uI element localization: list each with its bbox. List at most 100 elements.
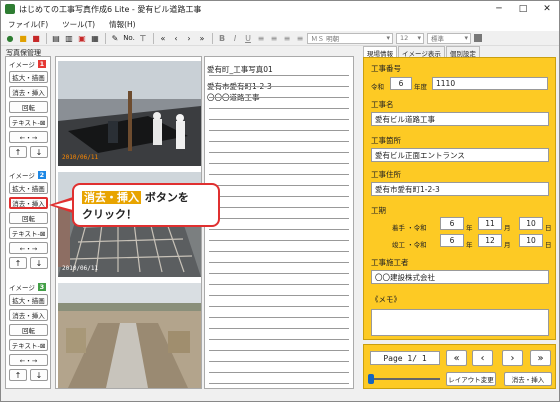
- project-address-field[interactable]: 愛有市愛有町1-2-3: [371, 182, 549, 196]
- end-month-unit: 月: [504, 241, 511, 249]
- up-arrow-icon[interactable]: ↑: [9, 369, 27, 381]
- print-icon[interactable]: ▥: [63, 33, 75, 44]
- callout-tail-inner: [54, 200, 73, 210]
- ruled-line: [209, 152, 349, 153]
- caption-title[interactable]: 愛有町_工事写真01: [207, 64, 353, 75]
- style-select[interactable]: 標準: [427, 32, 471, 44]
- photo-1[interactable]: 2010/06/11: [58, 61, 201, 166]
- last-page-icon[interactable]: »: [196, 33, 208, 44]
- align-left-icon[interactable]: ≡: [255, 33, 267, 44]
- project-location-field[interactable]: 愛有ビル正面エントランス: [371, 148, 549, 162]
- zoom-draw-button[interactable]: 拡大・描画: [9, 294, 48, 306]
- contractor-field[interactable]: 〇〇建設株式会社: [371, 270, 549, 284]
- menu-tool[interactable]: ツール(T): [55, 19, 102, 30]
- save-icon[interactable]: ■: [30, 33, 42, 44]
- prev-page-icon[interactable]: ‹: [170, 33, 182, 44]
- layout-change-button[interactable]: レイアウト変更: [446, 372, 496, 386]
- image-group-3: イメージ 3 拡大・描画 消去・挿入 回転 テキスト-⊠ ←・→ ↑ ↓: [9, 282, 49, 381]
- justify-icon[interactable]: ≡: [294, 33, 306, 44]
- menu-info[interactable]: 情報(H): [102, 19, 143, 30]
- ruled-line: [209, 141, 349, 142]
- zoom-draw-button[interactable]: 拡大・描画: [9, 182, 48, 194]
- maximize-icon[interactable]: □: [511, 1, 535, 17]
- end-year-field[interactable]: 6: [440, 234, 464, 247]
- minimize-icon[interactable]: ─: [487, 1, 511, 17]
- open-icon[interactable]: ■: [17, 33, 29, 44]
- move-button[interactable]: ←・→: [9, 354, 48, 366]
- color-icon[interactable]: [474, 34, 482, 42]
- app-icon: [5, 4, 15, 14]
- project-number-label: 工事番号: [371, 64, 401, 73]
- rotate-button[interactable]: 回転: [9, 101, 48, 113]
- first-page-button[interactable]: «: [446, 350, 467, 366]
- image-label: イメージ: [9, 60, 35, 69]
- align-center-icon[interactable]: ≡: [268, 33, 280, 44]
- end-day-field[interactable]: 10: [519, 234, 543, 247]
- prev-page-button[interactable]: ‹: [472, 350, 493, 366]
- next-page-icon[interactable]: ›: [183, 33, 195, 44]
- bold-icon[interactable]: B: [216, 33, 228, 44]
- erase-insert-bottom-button[interactable]: 消去・挿入: [504, 372, 552, 386]
- next-page-button[interactable]: ›: [502, 350, 523, 366]
- pdf-icon[interactable]: ▣: [76, 33, 88, 44]
- font-select[interactable]: ＭＳ 明朝: [307, 32, 393, 44]
- text-button[interactable]: テキスト-⊠: [9, 116, 48, 128]
- ruled-line: [209, 251, 349, 252]
- rotate-button[interactable]: 回転: [9, 212, 48, 224]
- end-month-field[interactable]: 12: [478, 234, 502, 247]
- underline-icon[interactable]: U: [242, 33, 254, 44]
- ruled-line: [209, 86, 349, 87]
- erase-insert-button[interactable]: 消去・挿入: [9, 197, 48, 209]
- new-icon[interactable]: ●: [4, 33, 16, 44]
- start-year-field[interactable]: 6: [440, 217, 464, 230]
- photo-3[interactable]: [58, 283, 201, 388]
- erase-insert-button[interactable]: 消去・挿入: [9, 86, 48, 98]
- text-button[interactable]: テキスト-⊠: [9, 227, 48, 239]
- ruled-line: [209, 174, 349, 175]
- page-control-panel: Page 1/ 1 « ‹ › » レイアウト変更 消去・挿入: [363, 344, 556, 389]
- image-number: 2: [37, 170, 46, 179]
- fiscal-year-field[interactable]: 6: [390, 77, 412, 90]
- start-month-field[interactable]: 11: [478, 217, 502, 230]
- last-page-button[interactable]: »: [530, 350, 551, 366]
- first-page-icon[interactable]: «: [157, 33, 169, 44]
- ruled-line: [209, 273, 349, 274]
- menu-file[interactable]: ファイル(F): [1, 19, 55, 30]
- ruled-line: [209, 284, 349, 285]
- sign-icon[interactable]: ⊤: [137, 33, 149, 44]
- down-arrow-icon[interactable]: ↓: [30, 146, 48, 158]
- move-button[interactable]: ←・→: [9, 242, 48, 254]
- up-arrow-icon[interactable]: ↑: [9, 146, 27, 158]
- up-arrow-icon[interactable]: ↑: [9, 257, 27, 269]
- printer-icon[interactable]: ▦: [89, 33, 101, 44]
- zoom-slider-thumb[interactable]: [368, 374, 374, 384]
- print-preview-icon[interactable]: ▤: [50, 33, 62, 44]
- ruled-line: [209, 262, 349, 263]
- rotate-button[interactable]: 回転: [9, 324, 48, 336]
- callout-keyword: 消去・挿入: [82, 191, 141, 204]
- text-button[interactable]: テキスト-⊠: [9, 339, 48, 351]
- italic-icon[interactable]: I: [229, 33, 241, 44]
- down-arrow-icon[interactable]: ↓: [30, 257, 48, 269]
- close-icon[interactable]: ✕: [535, 1, 559, 17]
- start-day-field[interactable]: 10: [519, 217, 543, 230]
- align-right-icon[interactable]: ≡: [281, 33, 293, 44]
- zoom-slider-track[interactable]: [370, 378, 440, 380]
- ruled-line: [209, 350, 349, 351]
- tools-icon[interactable]: ✎: [109, 33, 121, 44]
- move-button[interactable]: ←・→: [9, 131, 48, 143]
- ruled-line: [209, 97, 349, 98]
- end-year-unit: 年: [466, 241, 473, 249]
- down-arrow-icon[interactable]: ↓: [30, 369, 48, 381]
- image-label: イメージ: [9, 171, 35, 180]
- size-select[interactable]: 12: [396, 32, 424, 44]
- zoom-draw-button[interactable]: 拡大・描画: [9, 71, 48, 83]
- erase-insert-button[interactable]: 消去・挿入: [9, 309, 48, 321]
- ruled-line: [209, 75, 349, 76]
- number-icon[interactable]: No.: [122, 33, 136, 44]
- ruled-line: [209, 207, 349, 208]
- photo-date-stamp: 2010/06/11: [62, 265, 99, 272]
- project-number-field[interactable]: 1110: [432, 77, 548, 90]
- memo-field[interactable]: [371, 309, 549, 336]
- project-name-field[interactable]: 愛有ビル道路工事: [371, 112, 549, 126]
